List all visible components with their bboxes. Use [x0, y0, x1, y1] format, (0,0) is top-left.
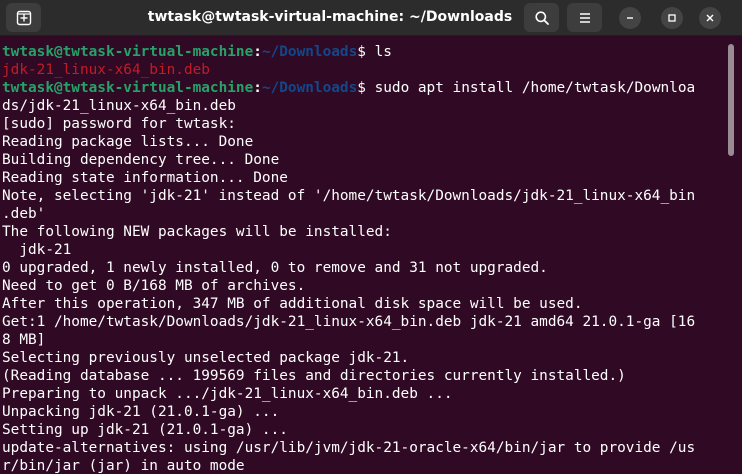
minimize-button[interactable]	[619, 7, 641, 29]
output-line: The following NEW packages will be insta…	[0, 223, 728, 241]
prompt-line: twtask@twtask-virtual-machine:~/Download…	[0, 43, 728, 61]
output-text: Need to get 0 B/168 MB of archives.	[2, 278, 306, 294]
close-button[interactable]	[699, 7, 721, 29]
output-line: Unpacking jdk-21 (21.0.1-ga) ...	[0, 403, 728, 421]
output-text: Unpacking jdk-21 (21.0.1-ga) ...	[2, 404, 280, 420]
prompt-user: twtask@twtask-virtual-machine	[2, 80, 254, 96]
prompt-path: ~/Downloads	[261, 44, 358, 60]
file-listing-line: jdk-21_linux-x64_bin.deb	[0, 61, 728, 79]
output-line: .deb'	[0, 205, 728, 223]
output-line: After this operation, 347 MB of addition…	[0, 295, 728, 313]
output-text: .deb'	[2, 206, 46, 222]
output-text: Get:1 /home/twtask/Downloads/jdk-21_linu…	[2, 314, 696, 330]
prompt-line: twtask@twtask-virtual-machine:~/Download…	[0, 79, 728, 97]
deb-file-name: jdk-21_linux-x64_bin.deb	[2, 62, 210, 78]
output-text: r/bin/jar (jar) in auto mode	[2, 458, 245, 474]
output-text: Preparing to unpack .../jdk-21_linux-x64…	[2, 386, 453, 402]
output-text: Setting up jdk-21 (21.0.1-ga) ...	[2, 422, 288, 438]
menu-button[interactable]	[567, 3, 602, 32]
output-text: Selecting previously unselected package …	[2, 350, 410, 366]
output-text: Reading package lists... Done	[2, 134, 254, 150]
output-line: Building dependency tree... Done	[0, 151, 728, 169]
output-line: Selecting previously unselected package …	[0, 349, 728, 367]
prompt-user: twtask@twtask-virtual-machine	[2, 44, 254, 60]
output-text: jdk-21	[2, 242, 72, 258]
output-line: Need to get 0 B/168 MB of archives.	[0, 277, 728, 295]
window-title: twtask@twtask-virtual-machine: ~/Downloa…	[147, 9, 513, 25]
output-line: Get:1 /home/twtask/Downloads/jdk-21_linu…	[0, 313, 728, 331]
output-line: [sudo] password for twtask:	[0, 115, 728, 133]
close-icon	[706, 14, 714, 22]
output-text: After this operation, 347 MB of addition…	[2, 296, 583, 312]
output-text: The following NEW packages will be insta…	[2, 224, 392, 240]
output-text: 0 upgraded, 1 newly installed, 0 to remo…	[2, 260, 548, 276]
prompt-separator: :	[253, 44, 262, 60]
output-line: update-alternatives: using /usr/lib/jvm/…	[0, 439, 728, 457]
maximize-icon	[668, 14, 676, 22]
output-text: [sudo] password for twtask:	[2, 116, 236, 132]
search-button[interactable]	[524, 3, 559, 32]
search-icon	[534, 10, 549, 25]
new-tab-button[interactable]	[6, 3, 41, 32]
output-text: (Reading database ... 199569 files and d…	[2, 368, 626, 384]
output-line: 0 upgraded, 1 newly installed, 0 to remo…	[0, 259, 728, 277]
output-text: ds/jdk-21_linux-x64_bin.deb	[2, 98, 236, 114]
output-text: Building dependency tree... Done	[2, 152, 280, 168]
terminal-output[interactable]: twtask@twtask-virtual-machine:~/Download…	[0, 43, 728, 474]
output-line: Preparing to unpack .../jdk-21_linux-x64…	[0, 385, 728, 403]
maximize-button[interactable]	[661, 7, 683, 29]
hamburger-menu-icon	[579, 12, 590, 23]
prompt-separator: :	[253, 80, 262, 96]
output-text: Note, selecting 'jdk-21' instead of '/ho…	[2, 188, 696, 204]
output-line: (Reading database ... 199569 files and d…	[0, 367, 728, 385]
output-line: r/bin/jar (jar) in auto mode	[0, 457, 728, 474]
minimize-icon	[627, 17, 633, 19]
terminal-window: twtask@twtask-virtual-machine: ~/Downloa…	[0, 0, 742, 474]
title-bar[interactable]: twtask@twtask-virtual-machine: ~/Downloa…	[0, 0, 742, 36]
output-text: update-alternatives: using /usr/lib/jvm/…	[2, 440, 696, 456]
output-text: Reading state information... Done	[2, 170, 288, 186]
output-line: Note, selecting 'jdk-21' instead of '/ho…	[0, 187, 728, 205]
output-line: Setting up jdk-21 (21.0.1-ga) ...	[0, 421, 728, 439]
output-line: Reading package lists... Done	[0, 133, 728, 151]
prompt-command: $ sudo apt install /home/twtask/Downloa	[357, 80, 696, 96]
output-line: 8 MB]	[0, 331, 728, 349]
output-line: Reading state information... Done	[0, 169, 728, 187]
output-line: ds/jdk-21_linux-x64_bin.deb	[0, 97, 728, 115]
prompt-path: ~/Downloads	[261, 80, 358, 96]
output-line: jdk-21	[0, 241, 728, 259]
new-tab-icon	[16, 10, 31, 25]
scrollbar-thumb[interactable]	[728, 44, 734, 156]
prompt-command: $ ls	[357, 44, 392, 60]
output-text: 8 MB]	[2, 332, 46, 348]
